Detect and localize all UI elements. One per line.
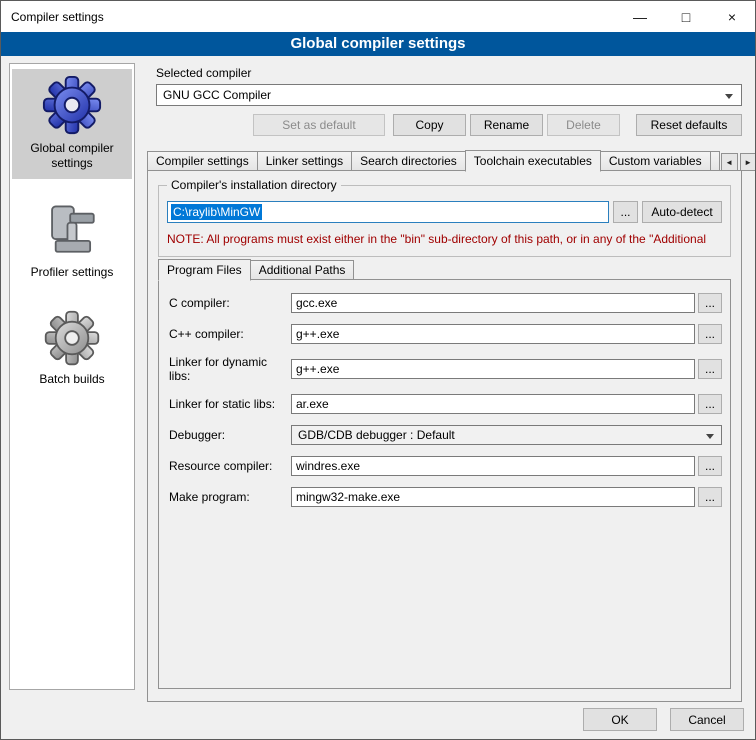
sub-tab-bar: Program Files Additional Paths (158, 259, 353, 280)
toolchain-fields: C compiler: ... C++ compiler: ... Linker… (159, 280, 730, 507)
browse-install-dir-button[interactable]: ... (613, 201, 638, 223)
tab-bar: Compiler settings Linker settings Search… (147, 149, 742, 171)
make-program-label: Make program: (169, 490, 291, 504)
copy-button[interactable]: Copy (393, 114, 466, 136)
resource-compiler-label: Resource compiler: (169, 459, 291, 473)
cpp-compiler-input[interactable] (291, 324, 695, 344)
profiler-icon (43, 200, 101, 260)
sidebar-item-profiler-settings[interactable]: Profiler settings (12, 195, 132, 288)
set-as-default-button[interactable]: Set as default (253, 114, 385, 136)
settings-category-sidebar: Global compiler settings Profiler settin… (9, 63, 135, 690)
delete-button[interactable]: Delete (547, 114, 620, 136)
table-row: C++ compiler: ... (169, 324, 722, 344)
compiler-select-value: GNU GCC Compiler (163, 88, 271, 102)
sidebar-item-label: Batch builds (39, 372, 104, 387)
install-dir-input[interactable]: C:\raylib\MinGW (167, 201, 609, 223)
main-content: Selected compiler GNU GCC Compiler Set a… (147, 61, 742, 706)
browse-button[interactable]: ... (698, 394, 722, 414)
chevron-down-icon (725, 94, 733, 99)
browse-button[interactable]: ... (698, 359, 722, 379)
auto-detect-button[interactable]: Auto-detect (642, 201, 722, 223)
minimize-button[interactable]: — (617, 1, 663, 32)
tab-linker-settings[interactable]: Linker settings (257, 151, 352, 171)
tab-program-files[interactable]: Program Files (158, 259, 251, 281)
window-controls: — □ × (617, 1, 755, 32)
debugger-select[interactable]: GDB/CDB debugger : Default (291, 425, 722, 445)
cancel-button[interactable]: Cancel (670, 708, 744, 731)
close-button[interactable]: × (709, 1, 755, 32)
linker-static-input[interactable] (291, 394, 695, 414)
table-row: Linker for static libs: ... (169, 394, 722, 414)
ok-button[interactable]: OK (583, 708, 657, 731)
linker-dynamic-label: Linker for dynamic libs: (169, 355, 291, 383)
reset-defaults-button[interactable]: Reset defaults (636, 114, 742, 136)
tab-scroll-right-button[interactable]: ► (740, 153, 756, 171)
note-text: NOTE: All programs must exist either in … (167, 232, 730, 246)
tab-scroll-left-button[interactable]: ◄ (721, 153, 738, 171)
make-program-input[interactable] (291, 487, 695, 507)
compiler-select[interactable]: GNU GCC Compiler (156, 84, 742, 106)
chevron-down-icon (706, 434, 714, 439)
toolchain-executables-panel: Compiler's installation directory C:\ray… (147, 170, 742, 702)
selected-compiler-label: Selected compiler (156, 66, 251, 80)
linker-static-label: Linker for static libs: (169, 397, 291, 411)
compiler-action-buttons: Set as default Copy Rename Delete Reset … (156, 114, 742, 136)
table-row: Make program: ... (169, 487, 722, 507)
table-row: Linker for dynamic libs: ... (169, 355, 722, 383)
c-compiler-input[interactable] (291, 293, 695, 313)
title-bar: Compiler settings — □ × (1, 1, 755, 32)
gear-gray-icon (43, 309, 101, 367)
sidebar-item-label: Global compiler settings (14, 141, 130, 171)
tab-toolchain-executables[interactable]: Toolchain executables (465, 150, 601, 172)
install-dir-value: C:\raylib\MinGW (171, 204, 262, 220)
gear-blue-icon (41, 74, 103, 136)
debugger-select-value: GDB/CDB debugger : Default (298, 428, 455, 442)
table-row: C compiler: ... (169, 293, 722, 313)
sidebar-item-label: Profiler settings (31, 265, 114, 280)
linker-dynamic-input[interactable] (291, 359, 695, 379)
page-title: Global compiler settings (1, 32, 755, 56)
tab-compiler-settings[interactable]: Compiler settings (147, 151, 258, 171)
maximize-button[interactable]: □ (663, 1, 709, 32)
cpp-compiler-label: C++ compiler: (169, 327, 291, 341)
debugger-label: Debugger: (169, 428, 291, 442)
browse-button[interactable]: ... (698, 456, 722, 476)
tab-custom-variables[interactable]: Custom variables (600, 151, 711, 171)
tab-scroll-arrows: ◄ ► (719, 153, 756, 171)
dialog-footer: OK Cancel (583, 708, 744, 731)
installation-directory-row: C:\raylib\MinGW ... Auto-detect (167, 201, 722, 223)
browse-button[interactable]: ... (698, 487, 722, 507)
sidebar-item-batch-builds[interactable]: Batch builds (12, 304, 132, 395)
installation-directory-group-title: Compiler's installation directory (167, 178, 341, 192)
program-files-panel: C compiler: ... C++ compiler: ... Linker… (158, 279, 731, 689)
browse-button[interactable]: ... (698, 293, 722, 313)
c-compiler-label: C compiler: (169, 296, 291, 310)
table-row: Debugger: GDB/CDB debugger : Default (169, 425, 722, 445)
resource-compiler-input[interactable] (291, 456, 695, 476)
browse-button[interactable]: ... (698, 324, 722, 344)
table-row: Resource compiler: ... (169, 456, 722, 476)
installation-directory-group: Compiler's installation directory C:\ray… (158, 185, 731, 257)
compiler-settings-window: Compiler settings — □ × Global compiler … (0, 0, 756, 740)
window-title: Compiler settings (1, 10, 617, 24)
sidebar-item-global-compiler-settings[interactable]: Global compiler settings (12, 69, 132, 179)
rename-button[interactable]: Rename (470, 114, 543, 136)
tab-additional-paths[interactable]: Additional Paths (250, 260, 355, 280)
tab-search-directories[interactable]: Search directories (351, 151, 466, 171)
